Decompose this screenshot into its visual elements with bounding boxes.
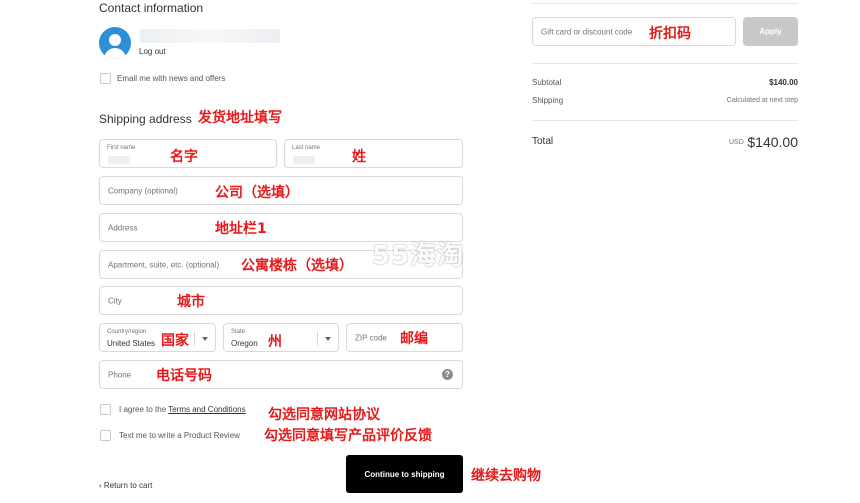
summary-divider-1: [532, 63, 798, 64]
first-name-value-blurred: [108, 156, 130, 164]
country-label: Country/region: [107, 329, 147, 335]
terms-link[interactable]: Terms and Conditions: [168, 405, 245, 414]
country-value: United States: [107, 339, 156, 348]
help-icon[interactable]: ?: [442, 369, 453, 380]
annotation-city: 城市: [177, 294, 205, 310]
user-avatar-icon: [99, 27, 131, 59]
terms-checkbox[interactable]: [100, 404, 111, 415]
review-checkbox[interactable]: [100, 430, 111, 441]
zip-placeholder: ZIP code: [355, 333, 387, 342]
annotation-state: 州: [268, 334, 282, 350]
apply-button[interactable]: Apply: [743, 17, 798, 46]
country-select[interactable]: Country/region United States: [99, 323, 216, 352]
discount-code-input[interactable]: Gift card or discount code: [532, 17, 736, 46]
continue-to-shipping-button[interactable]: Continue to shipping: [346, 455, 463, 493]
annotation-review: 勾选同意填写产品评价反馈: [264, 428, 432, 444]
annotation-terms: 勾选同意网站协议: [268, 407, 380, 423]
phone-input[interactable]: Phone ?: [99, 360, 463, 389]
city-placeholder: City: [108, 296, 122, 305]
first-name-label: First name: [107, 145, 136, 151]
state-value: Oregon: [231, 339, 258, 348]
annotation-apartment: 公寓楼栋（选填）: [241, 258, 353, 274]
chevron-down-icon: [325, 337, 331, 341]
company-placeholder: Company (optional): [108, 186, 178, 195]
annotation-zip: 邮编: [400, 331, 428, 347]
watermark-logo: 55海淘: [372, 241, 465, 271]
shipping-title: Shipping address: [99, 112, 192, 126]
chevron-down-icon: [202, 337, 208, 341]
return-to-cart-link[interactable]: ‹ Return to cart: [99, 481, 152, 490]
contact-title: Contact information: [99, 1, 204, 15]
last-name-field[interactable]: Last name: [284, 139, 463, 168]
annotation-shipping-address: 发货地址填写: [198, 110, 282, 126]
last-name-label: Last name: [292, 145, 321, 151]
newsletter-label: Email me with news and offers: [117, 74, 226, 83]
subtotal-value: $140.00: [769, 78, 798, 87]
return-to-cart-label: Return to cart: [103, 481, 153, 490]
newsletter-checkbox[interactable]: [100, 73, 111, 84]
last-name-value-blurred: [293, 156, 315, 164]
annotation-company: 公司（选填）: [215, 185, 299, 201]
discount-placeholder: Gift card or discount code: [541, 27, 633, 36]
terms-prefix: I agree to the: [119, 405, 167, 414]
annotation-first-name: 名字: [170, 149, 198, 165]
summary-divider-2: [532, 120, 798, 121]
apartment-placeholder: Apartment, suite, etc. (optional): [108, 260, 220, 269]
summary-top-divider: [532, 3, 798, 4]
annotation-discount: 折扣码: [649, 26, 691, 42]
city-input[interactable]: City: [99, 286, 463, 315]
terms-label: I agree to the Terms and Conditions: [119, 405, 246, 414]
subtotal-label: Subtotal: [532, 78, 562, 87]
total-currency: USD: [729, 139, 744, 146]
review-label: Text me to write a Product Review: [119, 431, 240, 440]
annotation-continue: 继续去购物: [471, 468, 541, 484]
annotation-country: 国家: [161, 333, 189, 349]
state-label: State: [231, 329, 246, 335]
shipping-cost-value: Calculated at next step: [726, 97, 798, 104]
annotation-address: 地址栏1: [215, 221, 267, 237]
shipping-cost-label: Shipping: [532, 96, 564, 105]
annotation-last-name: 姓: [352, 149, 366, 165]
user-email-blurred: [140, 29, 280, 43]
chevron-left-icon: ‹: [99, 481, 102, 490]
address-placeholder: Address: [108, 223, 138, 232]
total-value: $140.00: [747, 134, 798, 150]
total-label: Total: [532, 136, 554, 147]
annotation-phone: 电话号码: [156, 368, 212, 384]
phone-placeholder: Phone: [108, 370, 132, 379]
logout-link[interactable]: Log out: [139, 47, 166, 56]
